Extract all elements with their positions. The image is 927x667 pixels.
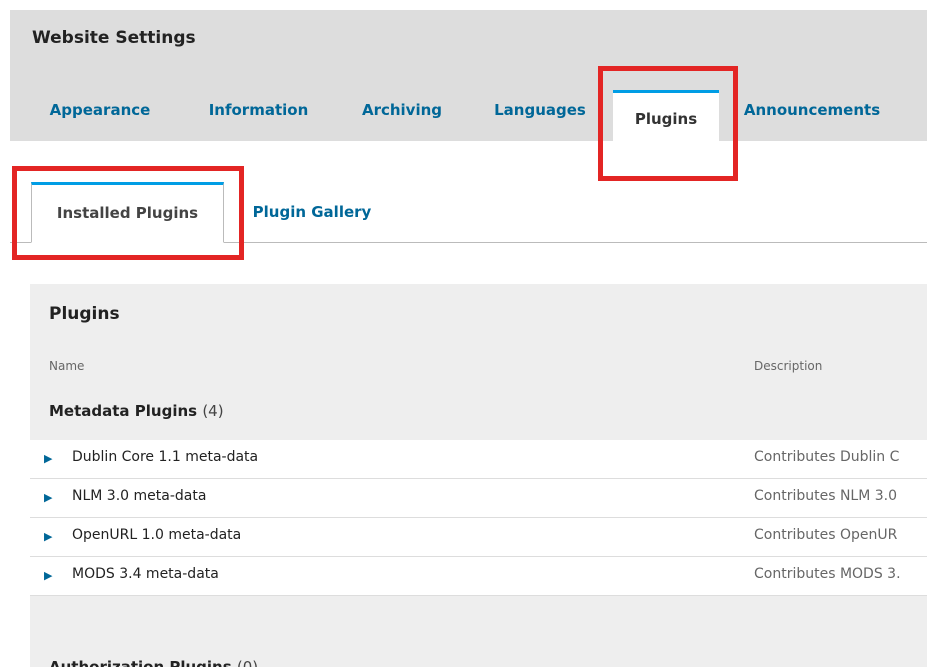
plugin-name: MODS 3.4 meta-data — [72, 566, 219, 582]
subtab-installed-plugins[interactable]: Installed Plugins — [31, 182, 224, 243]
plugin-name: OpenURL 1.0 meta-data — [72, 527, 242, 543]
plugin-row[interactable]: ▶ Dublin Core 1.1 meta-data Contributes … — [30, 440, 927, 479]
tab-appearance[interactable]: Appearance — [40, 92, 160, 141]
tab-archiving[interactable]: Archiving — [348, 92, 456, 141]
tab-announcements[interactable]: Announcements — [732, 92, 892, 141]
plugin-name: NLM 3.0 meta-data — [72, 488, 207, 504]
category-name: Authorization Plugins — [49, 658, 232, 667]
tab-information[interactable]: Information — [195, 92, 322, 141]
tab-languages[interactable]: Languages — [480, 92, 600, 141]
column-header-description: Description — [754, 359, 823, 373]
category-metadata-plugins: Metadata Plugins (4) — [49, 402, 224, 420]
category-name: Metadata Plugins — [49, 402, 198, 420]
category-count: (4) — [202, 402, 224, 420]
category-authorization-plugins: Authorization Plugins (0) — [49, 658, 258, 667]
triangle-right-icon[interactable]: ▶ — [44, 567, 52, 585]
plugin-list: ▶ Dublin Core 1.1 meta-data Contributes … — [30, 440, 927, 596]
plugin-row[interactable]: ▶ OpenURL 1.0 meta-data Contributes Open… — [30, 518, 927, 557]
category-count: (0) — [236, 658, 259, 667]
triangle-right-icon[interactable]: ▶ — [44, 489, 52, 507]
plugin-description: Contributes MODS 3. — [754, 566, 901, 582]
plugin-description: Contributes Dublin C — [754, 449, 900, 465]
plugin-description: Contributes OpenUR — [754, 527, 898, 543]
plugin-name: Dublin Core 1.1 meta-data — [72, 449, 259, 465]
plugin-row[interactable]: ▶ NLM 3.0 meta-data Contributes NLM 3.0 — [30, 479, 927, 518]
plugin-row[interactable]: ▶ MODS 3.4 meta-data Contributes MODS 3. — [30, 557, 927, 596]
website-settings-header: Website Settings Appearance Information … — [10, 10, 927, 152]
triangle-right-icon[interactable]: ▶ — [44, 450, 52, 468]
plugins-panel: Plugins Name Description Metadata Plugin… — [30, 284, 927, 667]
column-header-name: Name — [49, 359, 85, 373]
subtab-plugin-gallery[interactable]: Plugin Gallery — [236, 182, 388, 243]
plugin-description: Contributes NLM 3.0 — [754, 488, 898, 504]
page-title: Website Settings — [32, 28, 196, 48]
tab-plugins[interactable]: Plugins — [613, 90, 719, 152]
panel-title: Plugins — [49, 304, 120, 324]
triangle-right-icon[interactable]: ▶ — [44, 528, 52, 546]
